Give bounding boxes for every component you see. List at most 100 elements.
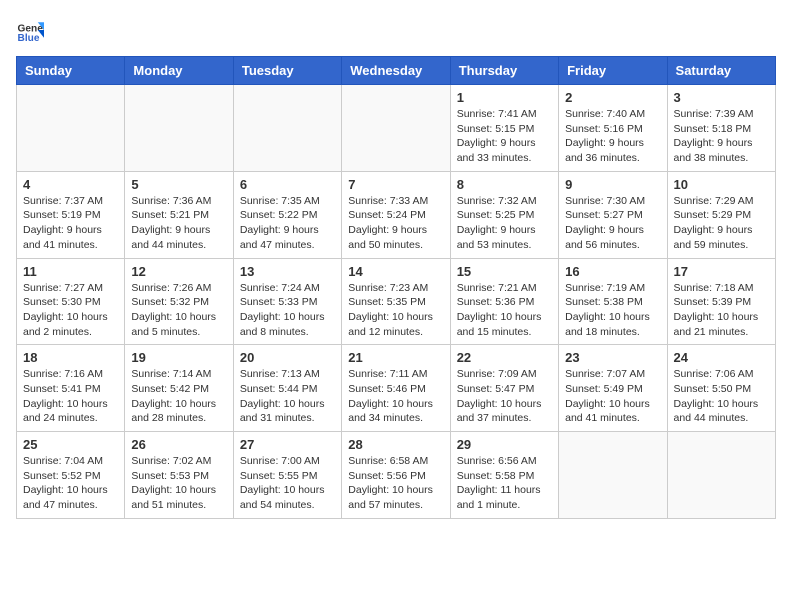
day-cell-18: 18 Sunrise: 7:16 AM Sunset: 5:41 PM Dayli… — [17, 345, 125, 432]
day-number: 13 — [240, 264, 335, 279]
day-info: Sunrise: 7:40 AM Sunset: 5:16 PM Dayligh… — [565, 107, 660, 166]
day-number: 12 — [131, 264, 226, 279]
day-number: 22 — [457, 350, 552, 365]
day-cell-7: 7Sunrise: 7:33 AM Sunset: 5:24 PM Daylig… — [342, 171, 450, 258]
day-cell-22: 22Sunrise: 7:09 AM Sunset: 5:47 PM Dayli… — [450, 345, 558, 432]
week-row-4: 18 Sunrise: 7:16 AM Sunset: 5:41 PM Dayli… — [17, 345, 776, 432]
day-info: Sunrise: 7:41 AM Sunset: 5:15 PM Dayligh… — [457, 107, 552, 166]
day-info: Sunrise: 7:04 AM Sunset: 5:52 PM Dayligh… — [23, 454, 118, 513]
calendar-header-row: SundayMondayTuesdayWednesdayThursdayFrid… — [17, 57, 776, 85]
day-info: Sunrise: 7:06 AM Sunset: 5:50 PM Dayligh… — [674, 367, 769, 426]
empty-cell — [233, 85, 341, 172]
week-row-2: 4 Sunrise: 7:37 AM Sunset: 5:19 PM Daylig… — [17, 171, 776, 258]
logo-icon: General Blue — [16, 16, 44, 44]
day-info: Sunrise: 7:26 AM Sunset: 5:32 PM Dayligh… — [131, 281, 226, 340]
day-cell-21: 21 Sunrise: 7:11 AM Sunset: 5:46 PM Dayli… — [342, 345, 450, 432]
day-number: 3 — [674, 90, 769, 105]
day-cell-25: 25 Sunrise: 7:04 AM Sunset: 5:52 PM Dayli… — [17, 432, 125, 519]
day-number: 10 — [674, 177, 769, 192]
day-number: 27 — [240, 437, 335, 452]
calendar: SundayMondayTuesdayWednesdayThursdayFrid… — [16, 56, 776, 519]
day-number: 19 — [131, 350, 226, 365]
empty-cell — [342, 85, 450, 172]
header: General Blue — [16, 16, 776, 44]
day-number: 6 — [240, 177, 335, 192]
day-cell-20: 20Sunrise: 7:13 AM Sunset: 5:44 PM Dayli… — [233, 345, 341, 432]
col-header-tuesday: Tuesday — [233, 57, 341, 85]
day-cell-16: 16 Sunrise: 7:19 AM Sunset: 5:38 PM Dayli… — [559, 258, 667, 345]
day-cell-1: 1 Sunrise: 7:41 AM Sunset: 5:15 PM Daylig… — [450, 85, 558, 172]
day-info: Sunrise: 7:19 AM Sunset: 5:38 PM Dayligh… — [565, 281, 660, 340]
day-cell-8: 8 Sunrise: 7:32 AM Sunset: 5:25 PM Daylig… — [450, 171, 558, 258]
day-cell-10: 10 Sunrise: 7:29 AM Sunset: 5:29 PM Dayli… — [667, 171, 775, 258]
day-info: Sunrise: 7:32 AM Sunset: 5:25 PM Dayligh… — [457, 194, 552, 253]
day-cell-26: 26 Sunrise: 7:02 AM Sunset: 5:53 PM Dayli… — [125, 432, 233, 519]
empty-cell — [17, 85, 125, 172]
col-header-monday: Monday — [125, 57, 233, 85]
day-number: 24 — [674, 350, 769, 365]
empty-cell — [125, 85, 233, 172]
day-info: Sunrise: 7:13 AM Sunset: 5:44 PM Dayligh… — [240, 367, 335, 426]
day-info: Sunrise: 7:27 AM Sunset: 5:30 PM Dayligh… — [23, 281, 118, 340]
day-cell-19: 19 Sunrise: 7:14 AM Sunset: 5:42 PM Dayli… — [125, 345, 233, 432]
day-cell-15: 15Sunrise: 7:21 AM Sunset: 5:36 PM Dayli… — [450, 258, 558, 345]
day-cell-2: 2 Sunrise: 7:40 AM Sunset: 5:16 PM Daylig… — [559, 85, 667, 172]
week-row-3: 11 Sunrise: 7:27 AM Sunset: 5:30 PM Dayli… — [17, 258, 776, 345]
day-info: Sunrise: 7:37 AM Sunset: 5:19 PM Dayligh… — [23, 194, 118, 253]
col-header-wednesday: Wednesday — [342, 57, 450, 85]
day-number: 28 — [348, 437, 443, 452]
day-info: Sunrise: 7:30 AM Sunset: 5:27 PM Dayligh… — [565, 194, 660, 253]
day-number: 21 — [348, 350, 443, 365]
day-cell-3: 3 Sunrise: 7:39 AM Sunset: 5:18 PM Daylig… — [667, 85, 775, 172]
day-cell-9: 9 Sunrise: 7:30 AM Sunset: 5:27 PM Daylig… — [559, 171, 667, 258]
day-cell-4: 4 Sunrise: 7:37 AM Sunset: 5:19 PM Daylig… — [17, 171, 125, 258]
day-number: 11 — [23, 264, 118, 279]
day-info: Sunrise: 7:16 AM Sunset: 5:41 PM Dayligh… — [23, 367, 118, 426]
day-cell-13: 13 Sunrise: 7:24 AM Sunset: 5:33 PM Dayli… — [233, 258, 341, 345]
day-info: Sunrise: 7:02 AM Sunset: 5:53 PM Dayligh… — [131, 454, 226, 513]
day-info: Sunrise: 7:07 AM Sunset: 5:49 PM Dayligh… — [565, 367, 660, 426]
day-number: 8 — [457, 177, 552, 192]
day-number: 18 — [23, 350, 118, 365]
day-info: Sunrise: 6:56 AM Sunset: 5:58 PM Dayligh… — [457, 454, 552, 513]
day-number: 5 — [131, 177, 226, 192]
day-cell-17: 17 Sunrise: 7:18 AM Sunset: 5:39 PM Dayli… — [667, 258, 775, 345]
day-number: 16 — [565, 264, 660, 279]
day-info: Sunrise: 7:11 AM Sunset: 5:46 PM Dayligh… — [348, 367, 443, 426]
day-info: Sunrise: 7:24 AM Sunset: 5:33 PM Dayligh… — [240, 281, 335, 340]
day-info: Sunrise: 7:35 AM Sunset: 5:22 PM Dayligh… — [240, 194, 335, 253]
col-header-friday: Friday — [559, 57, 667, 85]
week-row-5: 25 Sunrise: 7:04 AM Sunset: 5:52 PM Dayli… — [17, 432, 776, 519]
day-number: 2 — [565, 90, 660, 105]
day-number: 9 — [565, 177, 660, 192]
day-cell-29: 29 Sunrise: 6:56 AM Sunset: 5:58 PM Dayli… — [450, 432, 558, 519]
empty-cell — [667, 432, 775, 519]
day-info: Sunrise: 7:29 AM Sunset: 5:29 PM Dayligh… — [674, 194, 769, 253]
day-cell-23: 23 Sunrise: 7:07 AM Sunset: 5:49 PM Dayli… — [559, 345, 667, 432]
col-header-saturday: Saturday — [667, 57, 775, 85]
col-header-thursday: Thursday — [450, 57, 558, 85]
day-info: Sunrise: 7:23 AM Sunset: 5:35 PM Dayligh… — [348, 281, 443, 340]
day-number: 25 — [23, 437, 118, 452]
day-cell-11: 11 Sunrise: 7:27 AM Sunset: 5:30 PM Dayli… — [17, 258, 125, 345]
day-number: 4 — [23, 177, 118, 192]
day-number: 17 — [674, 264, 769, 279]
day-cell-28: 28Sunrise: 6:58 AM Sunset: 5:56 PM Dayli… — [342, 432, 450, 519]
day-cell-27: 27 Sunrise: 7:00 AM Sunset: 5:55 PM Dayli… — [233, 432, 341, 519]
logo: General Blue — [16, 16, 48, 44]
day-info: Sunrise: 7:36 AM Sunset: 5:21 PM Dayligh… — [131, 194, 226, 253]
day-cell-24: 24 Sunrise: 7:06 AM Sunset: 5:50 PM Dayli… — [667, 345, 775, 432]
day-number: 23 — [565, 350, 660, 365]
day-info: Sunrise: 7:39 AM Sunset: 5:18 PM Dayligh… — [674, 107, 769, 166]
day-info: Sunrise: 7:21 AM Sunset: 5:36 PM Dayligh… — [457, 281, 552, 340]
empty-cell — [559, 432, 667, 519]
day-cell-5: 5 Sunrise: 7:36 AM Sunset: 5:21 PM Daylig… — [125, 171, 233, 258]
day-number: 29 — [457, 437, 552, 452]
day-number: 26 — [131, 437, 226, 452]
day-cell-14: 14Sunrise: 7:23 AM Sunset: 5:35 PM Dayli… — [342, 258, 450, 345]
day-number: 1 — [457, 90, 552, 105]
day-info: Sunrise: 7:14 AM Sunset: 5:42 PM Dayligh… — [131, 367, 226, 426]
day-info: Sunrise: 7:18 AM Sunset: 5:39 PM Dayligh… — [674, 281, 769, 340]
day-info: Sunrise: 7:00 AM Sunset: 5:55 PM Dayligh… — [240, 454, 335, 513]
week-row-1: 1 Sunrise: 7:41 AM Sunset: 5:15 PM Daylig… — [17, 85, 776, 172]
